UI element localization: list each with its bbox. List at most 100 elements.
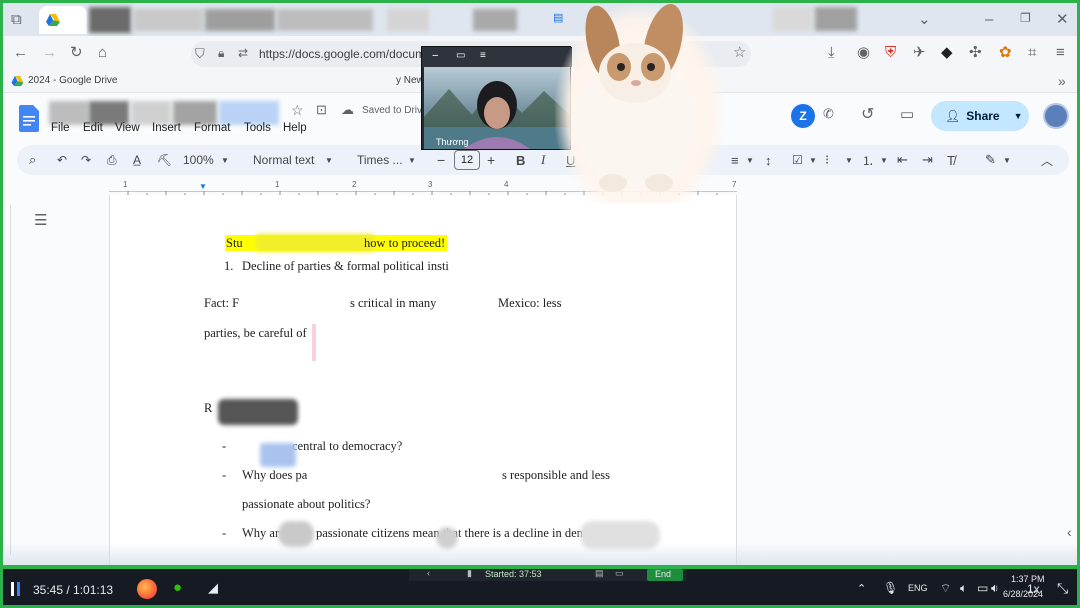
bookmark-star-icon[interactable]: ☆ [733, 45, 746, 60]
overlay-menu-icon[interactable]: ≡ [480, 50, 486, 61]
doc-line-stuck-start: Stu [226, 236, 243, 250]
overlay-minimize-icon[interactable]: − [432, 50, 438, 62]
share-dropdown-icon[interactable]: ▼ [1014, 111, 1023, 121]
firefox-icon[interactable] [137, 579, 157, 599]
microphone-icon[interactable]: 🎙︎ [883, 581, 898, 595]
playback-speed[interactable]: 1x [1027, 582, 1040, 596]
saved-status: Saved to Drive [362, 105, 428, 116]
collapse-toolbar-icon[interactable]: ︿ [1041, 145, 1053, 175]
decrease-indent-icon[interactable]: ⇤ [897, 145, 908, 175]
list-number: 1. [224, 259, 234, 273]
volume-icon[interactable]: 🔈︎ [960, 581, 967, 596]
restore-icon[interactable]: ❐ [1020, 12, 1031, 24]
profile-avatar[interactable] [1043, 103, 1069, 129]
app-icon[interactable]: ◢ [208, 580, 218, 596]
downloads-icon[interactable]: ⤓ [828, 45, 835, 60]
spellcheck-icon[interactable]: A̲ [133, 145, 141, 175]
search-menus-icon[interactable]: ⌕ [29, 145, 36, 175]
zoom-select[interactable]: 100% [183, 145, 214, 175]
paint-format-icon[interactable]: ⛏ [157, 145, 172, 175]
recorder-icon[interactable]: ▤ [595, 568, 604, 579]
editing-mode-dropdown-icon[interactable]: ▼ [1003, 145, 1011, 175]
tab-actions-icon[interactable]: ⧉ [11, 12, 22, 27]
indent-marker-icon[interactable]: ▼ [199, 182, 207, 191]
numbered-list-icon[interactable]: ⒈ [862, 145, 874, 175]
numbered-list-dropdown-icon[interactable]: ▼ [880, 145, 888, 175]
back-icon[interactable]: ← [13, 45, 28, 60]
wifi-icon[interactable]: ⌔ [940, 581, 951, 596]
account-avatar[interactable]: Z [791, 104, 815, 128]
input-language[interactable]: ENG [908, 583, 928, 593]
line-spacing-icon[interactable]: ↕ [765, 145, 772, 175]
extensions-puzzle-icon[interactable]: ✣ [969, 45, 982, 60]
recorder-end-label: End [655, 569, 672, 579]
outline-icon[interactable]: ☰ [34, 213, 47, 228]
clear-formatting-icon[interactable]: T̸ [947, 145, 955, 175]
pause-icon[interactable] [11, 582, 23, 596]
recorder-end-button[interactable]: End [647, 569, 683, 581]
menu-tools[interactable]: Tools [244, 122, 283, 134]
align-icon[interactable]: ≡ [731, 145, 739, 175]
crop-icon[interactable]: ⌗ [1028, 45, 1036, 60]
zoom-dropdown-icon[interactable]: ▼ [221, 145, 229, 175]
editing-mode-icon[interactable]: ✎ [985, 145, 996, 175]
extension-icon[interactable]: ◆ [941, 45, 953, 60]
extension-badge-icon[interactable]: ⛨ [885, 45, 896, 60]
reload-icon[interactable]: ↻ [70, 45, 83, 60]
font-size-input[interactable]: 12 [454, 150, 480, 170]
google-docs-logo-icon[interactable] [19, 105, 39, 132]
minimize-icon[interactable]: – [985, 12, 993, 27]
meet-icon[interactable]: ✆ [823, 107, 834, 120]
print-icon[interactable]: ⎙ [107, 145, 117, 175]
bookmark-item[interactable]: 2024 - Google Drive [28, 75, 118, 86]
menu-view[interactable]: View [115, 122, 152, 134]
menu-edit[interactable]: Edit [83, 122, 115, 134]
recorder-prev-icon[interactable]: ‹ [427, 568, 430, 578]
style-select[interactable]: Normal text [253, 145, 314, 175]
battery-icon[interactable]: ▭ [977, 581, 988, 595]
tray-chevron-icon[interactable]: ⌃ [857, 582, 866, 595]
video-call-overlay[interactable]: − ▭ ≡ Thương [421, 46, 572, 150]
doc-para-fact: Mexico: less [498, 296, 562, 310]
extension-icon[interactable]: ✈ [913, 45, 926, 60]
overlay-window-icon[interactable]: ▭ [456, 50, 465, 61]
extension-icon[interactable]: ✿ [999, 45, 1012, 60]
forward-icon[interactable]: → [42, 45, 57, 60]
font-select[interactable]: Times ... [357, 145, 403, 175]
bulleted-list-icon[interactable]: ⁝ [825, 145, 829, 175]
version-history-icon[interactable]: ↺ [861, 107, 874, 123]
checklist-dropdown-icon[interactable]: ▼ [809, 145, 817, 175]
home-icon[interactable]: ⌂ [98, 45, 107, 60]
menu-help[interactable]: Help [283, 122, 313, 134]
exit-fullscreen-icon[interactable]: ⤡ [1057, 580, 1068, 597]
style-dropdown-icon[interactable]: ▼ [325, 145, 333, 175]
increase-indent-icon[interactable]: ⇥ [922, 145, 933, 175]
redo-icon[interactable]: ↷ [81, 145, 91, 175]
bookmark-item[interactable]: y New [396, 75, 424, 86]
undo-icon[interactable]: ↶ [57, 145, 67, 175]
menu-format[interactable]: Format [194, 122, 244, 134]
move-folder-icon[interactable]: ⊡ [316, 103, 327, 116]
star-icon[interactable]: ☆ [291, 103, 304, 117]
close-icon[interactable]: ✕ [1056, 12, 1069, 27]
comments-icon[interactable]: ▭ [900, 107, 914, 122]
document-page[interactable]: Stu how to proceed! 1. Decline of partie… [109, 195, 737, 575]
redacted-text [256, 234, 374, 252]
menu-insert[interactable]: Insert [152, 122, 194, 134]
more-bookmarks-icon[interactable]: » [1058, 74, 1066, 88]
account-icon[interactable]: ◉ [857, 45, 870, 60]
active-tab[interactable] [39, 6, 87, 34]
side-panel-expand-icon[interactable]: ‹ [1067, 525, 1072, 539]
recorder-chat-icon[interactable]: ▭ [615, 568, 624, 579]
checklist-icon[interactable]: ☑ [792, 145, 803, 175]
menu-icon[interactable]: ≡ [1056, 45, 1065, 60]
menu-file[interactable]: File [51, 122, 83, 134]
document-canvas: ☰ Stu how to proceed! 1. Decline of part… [3, 195, 1077, 575]
align-dropdown-icon[interactable]: ▼ [746, 145, 754, 175]
font-dropdown-icon[interactable]: ▼ [408, 145, 416, 175]
share-button[interactable]: 👤︎ Share ▼ [931, 101, 1029, 131]
tab-list-chevron-icon[interactable]: ⌄ [918, 12, 931, 27]
wechat-icon[interactable]: ● [173, 579, 182, 596]
speaker-icon[interactable]: 🔉︎ [991, 581, 999, 596]
bulleted-list-dropdown-icon[interactable]: ▼ [845, 145, 853, 175]
